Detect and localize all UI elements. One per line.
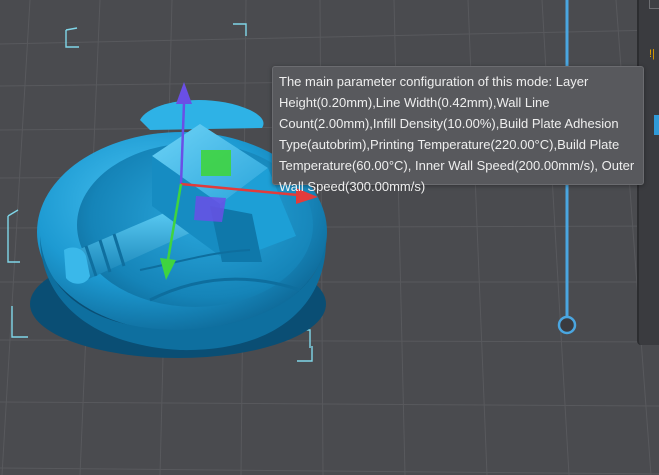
z-axis-arrow-icon[interactable] bbox=[176, 82, 192, 104]
panel-toggle-button[interactable] bbox=[649, 0, 659, 9]
layer-slider-handle[interactable] bbox=[557, 315, 577, 335]
panel-tab-indicator[interactable] bbox=[654, 115, 659, 135]
warning-icon: !| bbox=[649, 48, 655, 60]
mode-parameters-tooltip: The main parameter configuration of this… bbox=[272, 66, 644, 194]
tooltip-text: The main parameter configuration of this… bbox=[279, 74, 635, 194]
